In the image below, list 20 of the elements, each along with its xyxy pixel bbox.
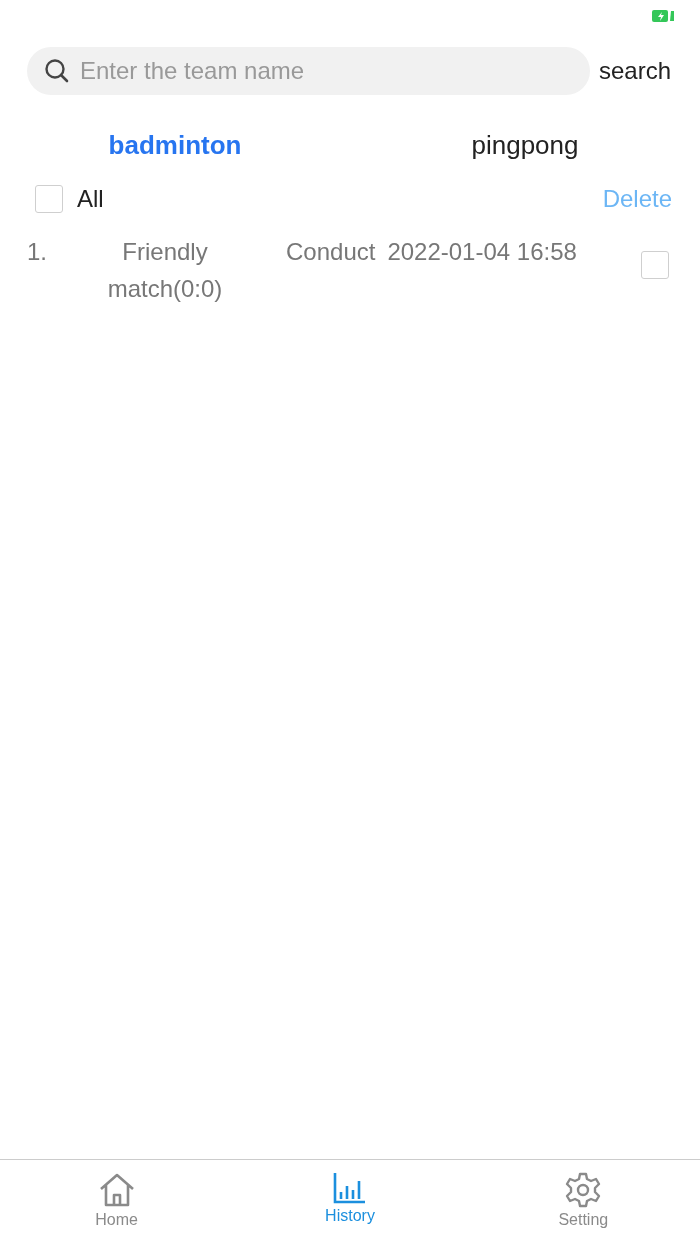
search-icon <box>44 58 70 84</box>
search-field[interactable]: Enter the team name <box>78 52 558 90</box>
search-button[interactable]: search <box>590 53 672 89</box>
checkbox[interactable] <box>641 251 669 279</box>
match-status: Conduct <box>286 237 376 267</box>
delete-button[interactable]: Delete <box>602 181 672 217</box>
select-all-label: All <box>77 184 104 214</box>
battery-icon <box>652 10 674 22</box>
search-bar[interactable]: Enter the team name <box>27 47 590 95</box>
bar-chart-icon <box>333 1172 367 1204</box>
match-name: Friendly match(0:0) <box>106 237 224 304</box>
tab-bar-item[interactable]: Home <box>0 1160 234 1244</box>
checkbox[interactable] <box>35 185 63 213</box>
record-index: 1. <box>27 237 48 267</box>
tab-bar-item[interactable]: Setting <box>466 1160 700 1244</box>
sport-tab[interactable]: pingpong <box>350 124 700 166</box>
sport-tab[interactable]: badminton <box>0 124 350 166</box>
settings-icon <box>565 1172 602 1208</box>
match-time: 2022-01-04 16:58 <box>387 237 577 267</box>
tab-bar-item[interactable]: History <box>233 1160 467 1244</box>
